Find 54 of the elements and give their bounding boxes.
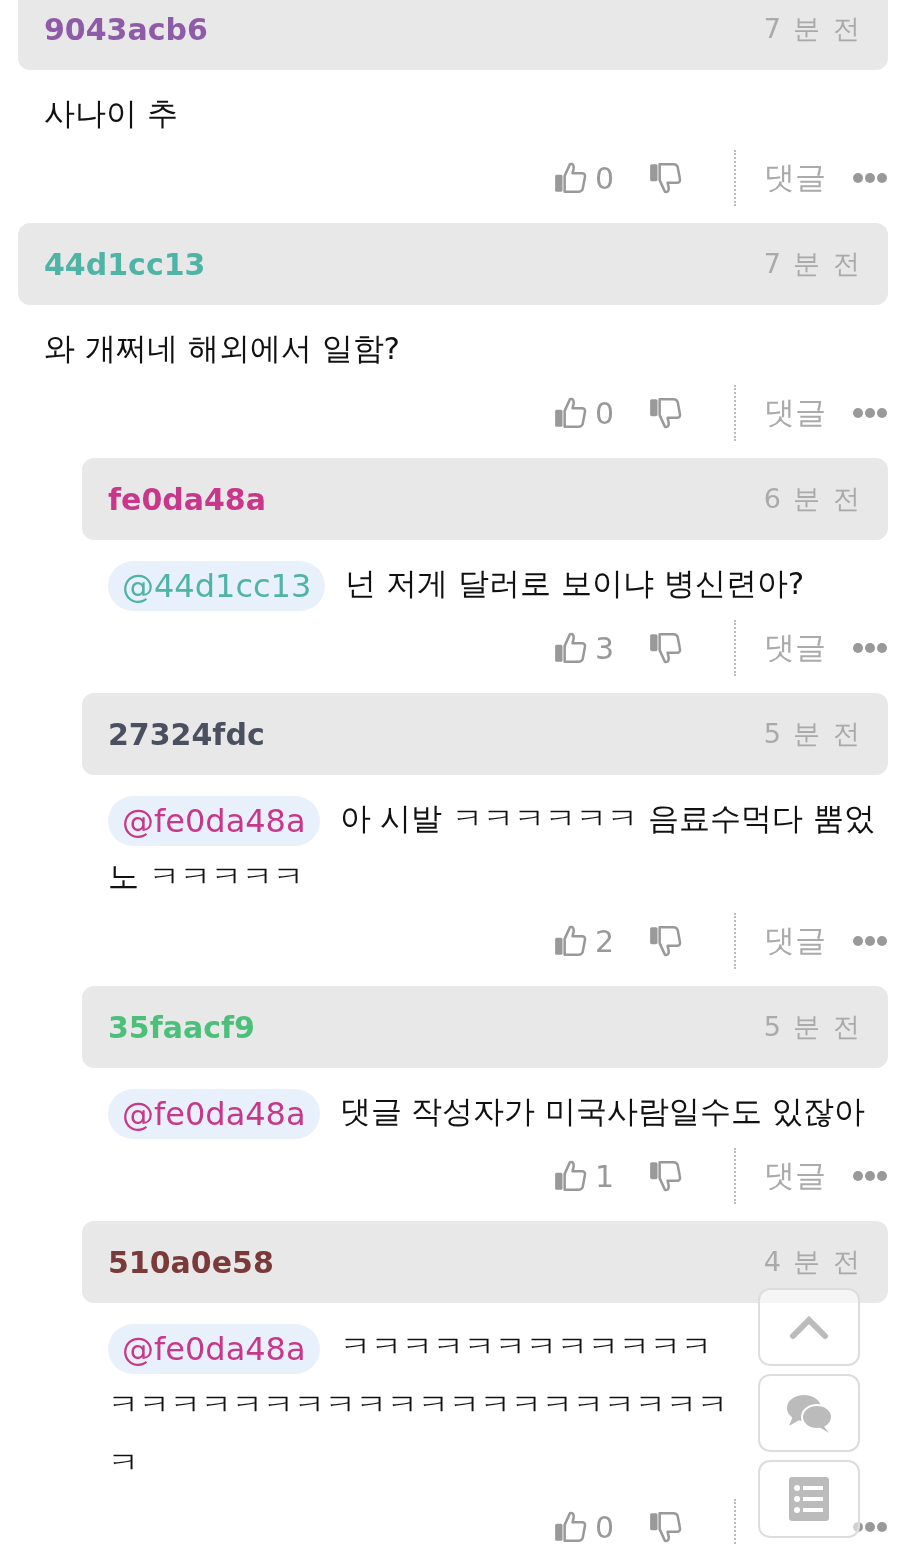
like-count: 3	[594, 630, 614, 666]
thumbs-up-icon[interactable]	[552, 630, 589, 666]
author-name[interactable]: 27324fdc	[108, 716, 265, 752]
thumbs-up-icon[interactable]	[552, 160, 589, 196]
thumbs-down-icon[interactable]	[648, 630, 684, 666]
mention-tag[interactable]: @fe0da48a	[108, 795, 320, 846]
chat-bubbles-button[interactable]	[758, 1374, 860, 1452]
timestamp: 4 분 전	[763, 1245, 862, 1279]
timestamp: 7 분 전	[763, 247, 862, 281]
reply-link[interactable]: 댓글	[764, 627, 826, 669]
comment-text: 와 개쩌네 해외에서 일함?	[43, 329, 401, 368]
thumbs-up-icon[interactable]	[552, 923, 589, 959]
thumbs-down-icon[interactable]	[648, 923, 684, 959]
more-icon[interactable]	[852, 1521, 888, 1533]
like-count: 1	[594, 1158, 614, 1194]
reply-link[interactable]: 댓글	[764, 920, 826, 962]
timestamp: 6 분 전	[763, 482, 862, 516]
more-icon[interactable]	[852, 172, 888, 184]
mention-tag[interactable]: @fe0da48a	[108, 1323, 320, 1374]
comment-text: @44d1cc13 넌 저게 달러로 보이냐 병신련아?	[82, 540, 888, 612]
thumbs-down-icon[interactable]	[648, 1158, 684, 1194]
comment-text: 사나이 추	[43, 94, 179, 133]
thumbs-down-icon[interactable]	[648, 1509, 684, 1545]
like-count: 0	[594, 395, 614, 431]
comment-text: @fe0da48a ㅋㅋㅋㅋㅋㅋㅋㅋㅋㅋㅋㅋㅋㅋㅋㅋㅋㅋㅋㅋㅋㅋㅋㅋㅋㅋㅋㅋㅋㅋㅋㅋㅋ	[82, 1303, 748, 1491]
thumbs-up-icon[interactable]	[552, 1158, 589, 1194]
thumbs-down-icon[interactable]	[648, 160, 684, 196]
more-icon[interactable]	[852, 935, 888, 947]
like-count: 2	[594, 923, 614, 959]
timestamp: 7 분 전	[763, 12, 862, 46]
list-button[interactable]	[758, 1460, 860, 1538]
comment-text: @fe0da48a 댓글 작성자가 미국사람일수도 있잖아	[82, 1068, 888, 1140]
author-name[interactable]: 44d1cc13	[44, 246, 206, 282]
thumbs-down-icon[interactable]	[648, 395, 684, 431]
author-name[interactable]: 35faacf9	[108, 1009, 255, 1045]
more-icon[interactable]	[852, 642, 888, 654]
thumbs-up-icon[interactable]	[552, 1509, 589, 1545]
more-icon[interactable]	[852, 1170, 888, 1182]
mention-tag[interactable]: @fe0da48a	[108, 1088, 320, 1139]
reply-link[interactable]: 댓글	[764, 392, 826, 434]
reply-link[interactable]: 댓글	[764, 1155, 826, 1197]
like-count: 0	[594, 160, 614, 196]
mention-tag[interactable]: @44d1cc13	[108, 560, 326, 611]
more-icon[interactable]	[852, 407, 888, 419]
reply-link[interactable]: 댓글	[764, 157, 826, 199]
like-count: 0	[594, 1509, 614, 1545]
author-name[interactable]: 9043acb6	[44, 11, 208, 47]
thumbs-up-icon[interactable]	[552, 395, 589, 431]
author-name[interactable]: 510a0e58	[108, 1244, 274, 1280]
author-name[interactable]: fe0da48a	[108, 481, 266, 517]
timestamp: 5 분 전	[763, 717, 862, 751]
chevron-up-button[interactable]	[758, 1288, 860, 1366]
timestamp: 5 분 전	[763, 1010, 862, 1044]
comment-text: @fe0da48a 아 시발 ㅋㅋㅋㅋㅋㅋ 음료수먹다 뿜었노 ㅋㅋㅋㅋㅋ	[82, 775, 888, 905]
